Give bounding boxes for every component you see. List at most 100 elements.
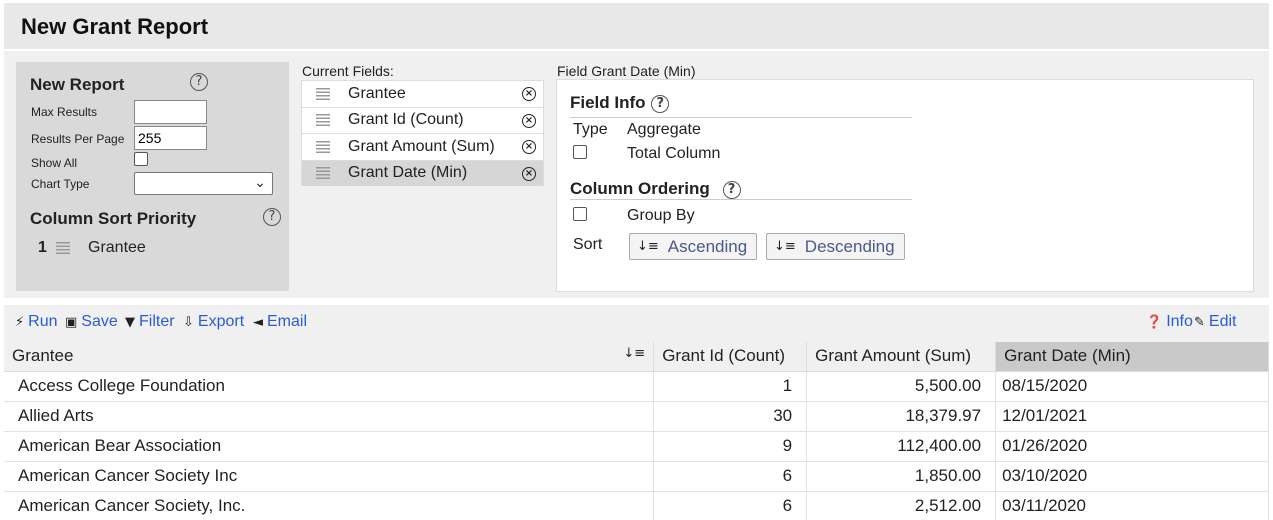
- title-bar: New Grant Report: [4, 3, 1269, 49]
- results-per-page-input[interactable]: [134, 126, 207, 150]
- chevron-down-icon: ⌄: [254, 174, 266, 190]
- column-header-grantee[interactable]: Grantee ↓≡: [4, 342, 655, 372]
- bolt-icon: ⚡: [15, 314, 25, 330]
- drag-handle-icon[interactable]: [316, 140, 330, 153]
- sort-descending-button[interactable]: ↓≡ Descending: [766, 233, 905, 260]
- drag-handle-icon[interactable]: [56, 242, 70, 254]
- help-icon[interactable]: ?: [722, 181, 741, 199]
- column-header-grant-amount-sum[interactable]: Grant Amount (Sum): [806, 342, 997, 372]
- results-per-page-label: Results Per Page: [31, 132, 125, 146]
- divider: [570, 199, 912, 200]
- field-detail-panel: Field Info ? Type Aggregate Total Column…: [556, 79, 1254, 292]
- field-item-label: Grant Id (Count): [348, 111, 464, 129]
- field-item-grant-id-count[interactable]: Grant Id (Count) ×: [301, 106, 544, 133]
- column-ordering-header: Column Ordering ?: [570, 179, 741, 199]
- chart-type-select[interactable]: ⌄: [134, 172, 273, 195]
- help-icon[interactable]: ?: [263, 208, 281, 226]
- edit-icon: ✎: [1194, 314, 1205, 330]
- help-icon[interactable]: ?: [651, 95, 670, 113]
- page-title: New Grant Report: [21, 14, 209, 39]
- export-button[interactable]: ⇩ Export: [183, 313, 244, 331]
- remove-field-icon[interactable]: ×: [522, 113, 536, 128]
- max-results-label: Max Results: [31, 105, 98, 119]
- cell-grant-date-min: 12/01/2021: [995, 401, 1269, 432]
- cell-grant-id-count: 1: [653, 371, 808, 402]
- info-icon: ❓: [1146, 314, 1163, 330]
- info-label: Info: [1166, 313, 1193, 330]
- current-fields-list: Grantee × Grant Id (Count) × Grant Amoun…: [301, 80, 544, 186]
- type-value: Aggregate: [627, 121, 701, 138]
- cell-grant-date-min: 03/10/2020: [995, 461, 1269, 492]
- cell-grant-amount-sum: 5,500.00: [806, 371, 997, 402]
- sort-descending-icon: ↓≡: [774, 239, 796, 254]
- filter-icon: ▼: [125, 314, 135, 330]
- sort-priority-rank: 1: [38, 239, 47, 256]
- table-row: American Bear Association 9 112,400.00 0…: [4, 431, 1269, 462]
- group-by-label: Group By: [627, 207, 695, 224]
- filter-button[interactable]: ▼ Filter: [125, 313, 175, 331]
- email-label: Email: [267, 313, 308, 330]
- sort-ascending-icon[interactable]: ↓≡: [623, 346, 645, 361]
- run-button[interactable]: ⚡ Run: [15, 313, 58, 331]
- field-item-grant-date-min[interactable]: Grant Date (Min) ×: [301, 159, 544, 186]
- cell-grant-amount-sum: 112,400.00: [806, 431, 997, 462]
- save-label: Save: [81, 313, 118, 330]
- send-icon: ◄: [253, 314, 263, 330]
- current-fields-label: Current Fields:: [302, 63, 394, 79]
- cell-grant-date-min: 01/26/2020: [995, 431, 1269, 462]
- cell-grant-id-count: 6: [653, 461, 808, 492]
- sort-priority-item[interactable]: 1 Grantee: [38, 239, 146, 257]
- show-all-checkbox[interactable]: [134, 152, 148, 166]
- cell-grantee: American Bear Association: [4, 431, 655, 462]
- max-results-input[interactable]: [134, 100, 207, 124]
- type-label: Type: [573, 121, 608, 138]
- edit-button[interactable]: ✎ Edit: [1194, 313, 1236, 331]
- total-column-label: Total Column: [627, 145, 721, 162]
- run-label: Run: [28, 313, 58, 330]
- column-header-label: Grant Date (Min): [1004, 346, 1131, 366]
- drag-handle-icon[interactable]: [316, 87, 330, 100]
- field-detail-label: Field Grant Date (Min): [557, 63, 696, 79]
- cell-grantee: American Cancer Society Inc: [4, 461, 655, 492]
- cell-grantee: Allied Arts: [4, 401, 655, 432]
- info-button[interactable]: ❓ Info: [1146, 313, 1193, 331]
- remove-field-icon[interactable]: ×: [522, 166, 536, 181]
- edit-label: Edit: [1208, 313, 1237, 330]
- table-header-row: Grantee ↓≡ Grant Id (Count) Grant Amount…: [4, 342, 1269, 372]
- total-column-checkbox[interactable]: [573, 145, 587, 159]
- remove-field-icon[interactable]: ×: [522, 140, 536, 154]
- drag-handle-icon[interactable]: [316, 167, 330, 180]
- new-report-header: New Report: [30, 75, 125, 94]
- filter-label: Filter: [139, 313, 175, 330]
- cell-grantee: American Cancer Society, Inc.: [4, 491, 655, 520]
- field-item-grantee[interactable]: Grantee ×: [301, 80, 544, 107]
- save-button[interactable]: ▣ Save: [65, 313, 118, 331]
- field-info-title: Field Info: [570, 93, 646, 112]
- sort-descending-label: Descending: [804, 236, 895, 256]
- cell-grant-id-count: 30: [653, 401, 808, 432]
- report-toolbar: ⚡ Run ▣ Save ▼ Filter ⇩ Export ◄ Email ❓ Info …: [4, 305, 1269, 342]
- column-header-label: Grant Amount (Sum): [815, 346, 972, 366]
- cell-grant-date-min: 03/11/2020: [995, 491, 1269, 520]
- column-header-grant-date-min[interactable]: Grant Date (Min): [995, 342, 1269, 372]
- new-report-panel: New Report ? Max Results Results Per Pag…: [16, 62, 289, 291]
- column-ordering-title: Column Ordering: [570, 179, 710, 198]
- table-row: Allied Arts 30 18,379.97 12/01/2021: [4, 401, 1269, 432]
- group-by-checkbox[interactable]: [573, 207, 587, 221]
- sort-label: Sort: [573, 236, 603, 253]
- cell-grant-id-count: 6: [653, 491, 808, 520]
- cell-grant-date-min: 08/15/2020: [995, 371, 1269, 402]
- remove-field-icon[interactable]: ×: [522, 87, 536, 101]
- table-row: American Cancer Society Inc 6 1,850.00 0…: [4, 461, 1269, 492]
- drag-handle-icon[interactable]: [316, 114, 330, 127]
- sort-ascending-button[interactable]: ↓≡ Ascending: [629, 233, 758, 260]
- email-button[interactable]: ◄ Email: [253, 313, 307, 331]
- field-item-grant-amount-sum[interactable]: Grant Amount (Sum) ×: [301, 133, 544, 160]
- export-label: Export: [197, 313, 245, 330]
- cell-grant-amount-sum: 18,379.97: [806, 401, 997, 432]
- column-header-grant-id-count[interactable]: Grant Id (Count): [653, 342, 808, 372]
- column-header-label: Grant Id (Count): [662, 346, 786, 366]
- sort-ascending-label: Ascending: [667, 236, 748, 256]
- field-info-header: Field Info ?: [570, 93, 670, 113]
- help-icon[interactable]: ?: [190, 73, 208, 91]
